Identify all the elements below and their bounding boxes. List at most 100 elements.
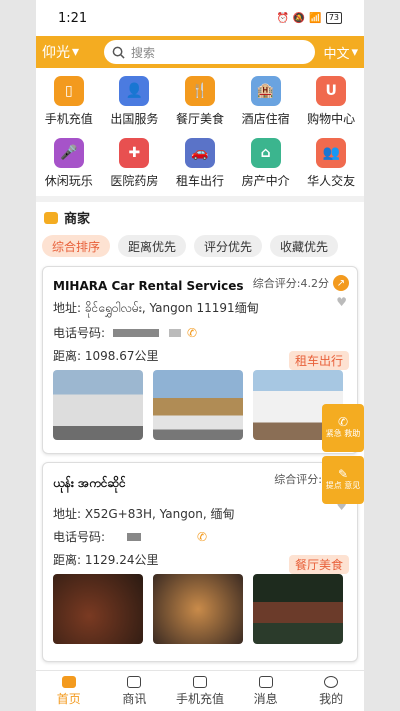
category-label: 医院药房 (110, 174, 159, 188)
chevron-down-icon: ▾ (351, 44, 358, 60)
tab-home[interactable]: 首页 (36, 671, 102, 711)
tab-label: 商讯 (122, 691, 147, 706)
phone-icon[interactable]: ✆ (187, 326, 197, 340)
merchant-category-tag: 租车出行 (288, 351, 349, 370)
edit-icon: ✎ (337, 467, 349, 481)
merchant-category-tag: 餐厅美食 (288, 555, 349, 574)
tab-messages[interactable]: 消息 (233, 671, 299, 711)
merchant-title: 商家 (64, 212, 91, 227)
sort-options: 综合排序 距离优先 评分优先 收藏优先 (36, 233, 364, 259)
people-icon: 👥 (316, 138, 347, 168)
emergency-help-button[interactable]: ✆ 紧急 救助 (322, 404, 364, 452)
city-selector[interactable]: 仰光 ▾ (42, 42, 96, 62)
merchant-images (53, 574, 347, 644)
emergency-help-label: 紧急 救助 (325, 429, 361, 438)
phone-icon: ✆ (337, 415, 349, 429)
phone-label: 电话号码: (53, 326, 106, 340)
sort-rating[interactable]: 评分优先 (194, 235, 263, 257)
category-hospital[interactable]: ✚ 医院药房 (102, 134, 168, 196)
wallet-icon (192, 675, 207, 688)
category-car[interactable]: 🚗 租车出行 (167, 134, 233, 196)
person-icon: 👤 (119, 76, 150, 106)
sort-composite[interactable]: 综合排序 (42, 235, 111, 257)
microphone-icon: 🎤 (53, 138, 84, 168)
merchant-section: 商家 综合排序 距离优先 评分优先 收藏优先 MIHARA Car Rental… (36, 202, 364, 670)
phone-redacted (169, 328, 182, 337)
house-icon: ⌂ (250, 138, 281, 168)
category-shopping[interactable]: U 购物中心 (298, 72, 364, 134)
category-leisure[interactable]: 🎤 休闲玩乐 (36, 134, 102, 196)
car-icon: 🚗 (184, 138, 215, 168)
category-hotel[interactable]: 🏨 酒店住宿 (233, 72, 299, 134)
category-label: 房产中介 (241, 174, 290, 188)
category-label: 餐厅美食 (175, 112, 224, 126)
category-overseas[interactable]: 👤 出国服务 (102, 72, 168, 134)
heart-icon[interactable]: ♥ (336, 295, 347, 309)
home-icon (61, 675, 76, 688)
category-label: 出国服务 (110, 112, 159, 126)
merchant-distance: 距离: 1129.24公里 (53, 553, 159, 567)
category-label: 手机充值 (44, 112, 93, 126)
search-placeholder: 搜索 (131, 45, 156, 60)
profile-icon (324, 675, 339, 688)
tab-label: 首页 (56, 691, 81, 706)
tab-recharge[interactable]: 手机充值 (167, 671, 233, 711)
merchant-card[interactable]: ယုန်း အကင်ဆိုင် 综合评分:3 ♥ 地址: X52G+83H, Y… (42, 462, 358, 662)
tab-news[interactable]: 商讯 (102, 671, 168, 711)
shopping-bag-icon: U (316, 76, 347, 106)
tab-label: 消息 (253, 691, 278, 706)
phone-redacted (113, 328, 160, 337)
status-bar: 1:21 ⏰ 🔕 📶 73 (36, 0, 364, 36)
category-label: 华人交友 (307, 174, 356, 188)
shop-icon (44, 211, 58, 224)
category-grid: ▯ 手机充值 👤 出国服务 🍴 餐厅美食 🏨 酒店住宿 U 购物中心 🎤 休闲玩乐 ✚ 医院药… (36, 68, 364, 196)
sort-distance[interactable]: 距离优先 (118, 235, 187, 257)
sort-favorites[interactable]: 收藏优先 (270, 235, 339, 257)
merchant-rating: 综合评分:4.2分 (252, 277, 329, 290)
merchant-name: ယုန်း အကင်ဆိုင် (53, 476, 126, 490)
merchant-photo[interactable] (53, 574, 143, 644)
merchant-photo[interactable] (153, 370, 243, 440)
search-icon (112, 46, 125, 59)
feedback-button[interactable]: ✎ 提点 意见 (322, 456, 364, 504)
merchant-images (53, 370, 347, 440)
merchant-photo[interactable] (153, 574, 243, 644)
merchant-photo[interactable] (253, 574, 343, 644)
wifi-icon: 📶 (309, 12, 322, 24)
category-social[interactable]: 👥 华人交友 (298, 134, 364, 196)
phone-recharge-icon: ▯ (53, 76, 84, 106)
merchant-address: 地址: ခိုင်ရွှေဝါလမ်း, Yangon 11191缅甸 (53, 301, 259, 315)
alarm-icon: ⏰ (276, 12, 289, 24)
phone-icon[interactable]: ✆ (197, 530, 207, 544)
merchant-address: 地址: X52G+83H, Yangon, 缅甸 (53, 507, 235, 521)
merchant-name: MIHARA Car Rental Services (53, 279, 244, 293)
message-icon (258, 675, 273, 688)
category-label: 租车出行 (175, 174, 224, 188)
bottom-tab-bar: 首页 商讯 手机充值 消息 我的 (36, 670, 364, 711)
share-icon[interactable]: ↗ (333, 275, 349, 291)
status-icons: ⏰ 🔕 📶 73 (276, 12, 342, 24)
category-label: 休闲玩乐 (44, 174, 93, 188)
search-input[interactable]: 搜索 (104, 40, 316, 64)
category-realestate[interactable]: ⌂ 房产中介 (233, 134, 299, 196)
merchant-header: 商家 (36, 202, 364, 233)
tab-label: 我的 (319, 691, 344, 706)
tab-profile[interactable]: 我的 (298, 671, 364, 711)
category-label: 酒店住宿 (241, 112, 290, 126)
merchant-distance: 距离: 1098.67公里 (53, 349, 159, 363)
phone-label: 电话号码: (53, 530, 106, 544)
category-food[interactable]: 🍴 餐厅美食 (167, 72, 233, 134)
chevron-down-icon: ▾ (72, 44, 80, 60)
feedback-label: 提点 意见 (325, 481, 361, 490)
hospital-icon: ✚ (119, 138, 150, 168)
battery-icon: 73 (325, 12, 342, 24)
merchant-photo[interactable] (53, 370, 143, 440)
merchant-rating: 综合评分:3 (274, 473, 329, 486)
category-recharge[interactable]: ▯ 手机充值 (36, 72, 102, 134)
phone-redacted (127, 532, 142, 541)
merchant-card[interactable]: MIHARA Car Rental Services 综合评分:4.2分 ↗ ♥… (42, 266, 358, 454)
language-label: 中文 (323, 46, 350, 62)
city-label: 仰光 (42, 45, 70, 61)
tab-label: 手机充值 (175, 691, 224, 706)
language-selector[interactable]: 中文 ▾ (323, 43, 358, 62)
